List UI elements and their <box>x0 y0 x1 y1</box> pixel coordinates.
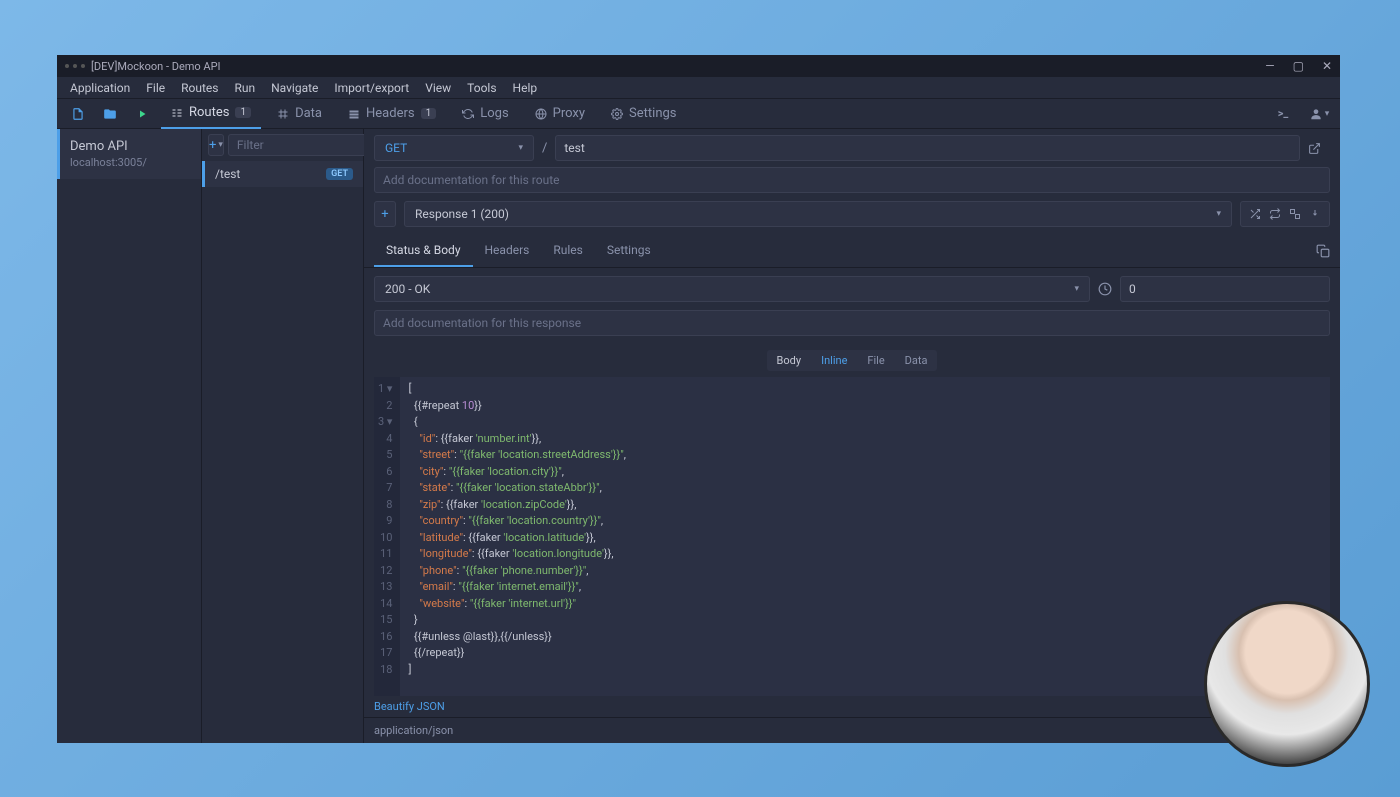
response-selected: Response 1 (200) <box>415 207 509 221</box>
menu-tools[interactable]: Tools <box>460 79 503 97</box>
logs-icon <box>462 108 474 120</box>
method-select[interactable]: GET ▾ <box>374 135 534 161</box>
menu-import-export[interactable]: Import/export <box>327 79 416 97</box>
menu-navigate[interactable]: Navigate <box>264 79 325 97</box>
data-icon <box>277 108 289 120</box>
chevron-down-icon: ▾ <box>518 143 523 153</box>
toolbar: Routes 1 Data Headers 1 Logs Proxy <box>57 99 1340 129</box>
env-item[interactable]: Demo API localhost:3005/ <box>57 129 201 179</box>
titlebar: [DEV]Mockoon - Demo API — ▢ ✕ <box>57 55 1340 77</box>
route-path: /test <box>215 167 240 181</box>
headers-icon <box>348 108 360 120</box>
beautify-json-link[interactable]: Beautify JSON <box>364 696 1340 717</box>
status-select[interactable]: 200 - OK ▾ <box>374 276 1090 302</box>
route-method-badge: GET <box>326 168 353 180</box>
resp-tab-status-body[interactable]: Status & Body <box>374 235 473 267</box>
chevron-down-icon: ▾ <box>1216 209 1221 219</box>
window-dots-icon <box>65 64 85 68</box>
menu-routes[interactable]: Routes <box>174 79 225 97</box>
menu-view[interactable]: View <box>418 79 458 97</box>
webcam-avatar <box>1204 601 1370 767</box>
proxy-icon <box>535 108 547 120</box>
route-path-input[interactable] <box>555 135 1300 161</box>
new-env-icon[interactable] <box>65 101 91 127</box>
maximize-button[interactable]: ▢ <box>1293 59 1304 73</box>
env-name: Demo API <box>70 139 191 154</box>
menu-file[interactable]: File <box>139 79 172 97</box>
resp-tab-headers[interactable]: Headers <box>473 235 542 267</box>
response-mode-icons <box>1240 201 1330 227</box>
tab-proxy-label: Proxy <box>553 106 585 121</box>
menu-help[interactable]: Help <box>506 79 545 97</box>
tab-routes-label: Routes <box>189 105 229 120</box>
command-icon[interactable]: >_ <box>1270 101 1296 127</box>
headers-badge: 1 <box>421 108 437 119</box>
play-icon[interactable] <box>129 101 155 127</box>
route-item[interactable]: /test GET <box>202 161 363 187</box>
tab-routes[interactable]: Routes 1 <box>161 99 261 129</box>
routes-icon <box>171 107 183 119</box>
resp-tab-rules[interactable]: Rules <box>541 235 594 267</box>
tab-proxy[interactable]: Proxy <box>525 99 595 129</box>
tab-data[interactable]: Data <box>267 99 332 129</box>
add-route-button[interactable]: + ▾ <box>208 134 224 156</box>
environments-panel: Demo API localhost:3005/ <box>57 129 202 743</box>
body-tab-label: Body <box>767 350 812 371</box>
fallback-icon[interactable] <box>1309 208 1321 220</box>
external-link-icon[interactable] <box>1308 142 1330 155</box>
tab-logs-label: Logs <box>480 106 508 121</box>
minimize-button[interactable]: — <box>1265 59 1274 73</box>
app-window: [DEV]Mockoon - Demo API — ▢ ✕ Applicatio… <box>57 55 1340 743</box>
env-host: localhost:3005/ <box>70 156 191 169</box>
tab-logs[interactable]: Logs <box>452 99 518 129</box>
menubar: Application File Routes Run Navigate Imp… <box>57 77 1340 99</box>
delay-input[interactable] <box>1120 276 1330 302</box>
line-gutter: 1 ▾23 ▾456789101112131415161718 <box>374 377 400 696</box>
method-value: GET <box>385 141 407 155</box>
switch-icon[interactable] <box>1289 208 1301 220</box>
code-editor[interactable]: 1 ▾23 ▾456789101112131415161718 [ {{#rep… <box>374 377 1330 696</box>
routes-panel: + ▾ /test GET <box>202 129 364 743</box>
tab-headers-label: Headers <box>366 106 415 121</box>
path-slash: / <box>542 141 547 156</box>
shuffle-icon[interactable] <box>1249 208 1261 220</box>
window-title: [DEV]Mockoon - Demo API <box>91 60 221 73</box>
close-button[interactable]: ✕ <box>1322 59 1332 73</box>
resp-tab-settings[interactable]: Settings <box>595 235 663 267</box>
content-type-footer: application/json <box>364 717 1340 743</box>
status-value: 200 - OK <box>385 282 430 296</box>
repeat-icon[interactable] <box>1269 208 1281 220</box>
tab-data-label: Data <box>295 106 322 121</box>
response-doc-input[interactable] <box>374 310 1330 336</box>
add-response-button[interactable]: + <box>374 201 396 227</box>
routes-badge: 1 <box>235 107 251 118</box>
code-area[interactable]: [ {{#repeat 10}} { "id": {{faker 'number… <box>400 377 1330 696</box>
chevron-down-icon: ▾ <box>1074 284 1079 294</box>
tab-settings[interactable]: Settings <box>601 99 686 129</box>
gear-icon <box>611 108 623 120</box>
body-type-tabs: Body Inline File Data <box>767 350 938 371</box>
copy-icon[interactable] <box>1316 244 1330 258</box>
tab-settings-label: Settings <box>629 106 676 121</box>
response-select[interactable]: Response 1 (200) ▾ <box>404 201 1232 227</box>
body-tab-data[interactable]: Data <box>895 350 938 371</box>
body-tab-file[interactable]: File <box>857 350 894 371</box>
tab-headers[interactable]: Headers 1 <box>338 99 446 129</box>
content-panel: GET ▾ / + Response 1 (200) ▾ <box>364 129 1340 743</box>
clock-icon <box>1098 282 1112 296</box>
menu-run[interactable]: Run <box>227 79 262 97</box>
open-env-icon[interactable] <box>97 101 123 127</box>
menu-application[interactable]: Application <box>63 79 137 97</box>
route-doc-input[interactable] <box>374 167 1330 193</box>
body-tab-inline[interactable]: Inline <box>811 350 857 371</box>
account-icon[interactable]: ▾ <box>1306 101 1332 127</box>
